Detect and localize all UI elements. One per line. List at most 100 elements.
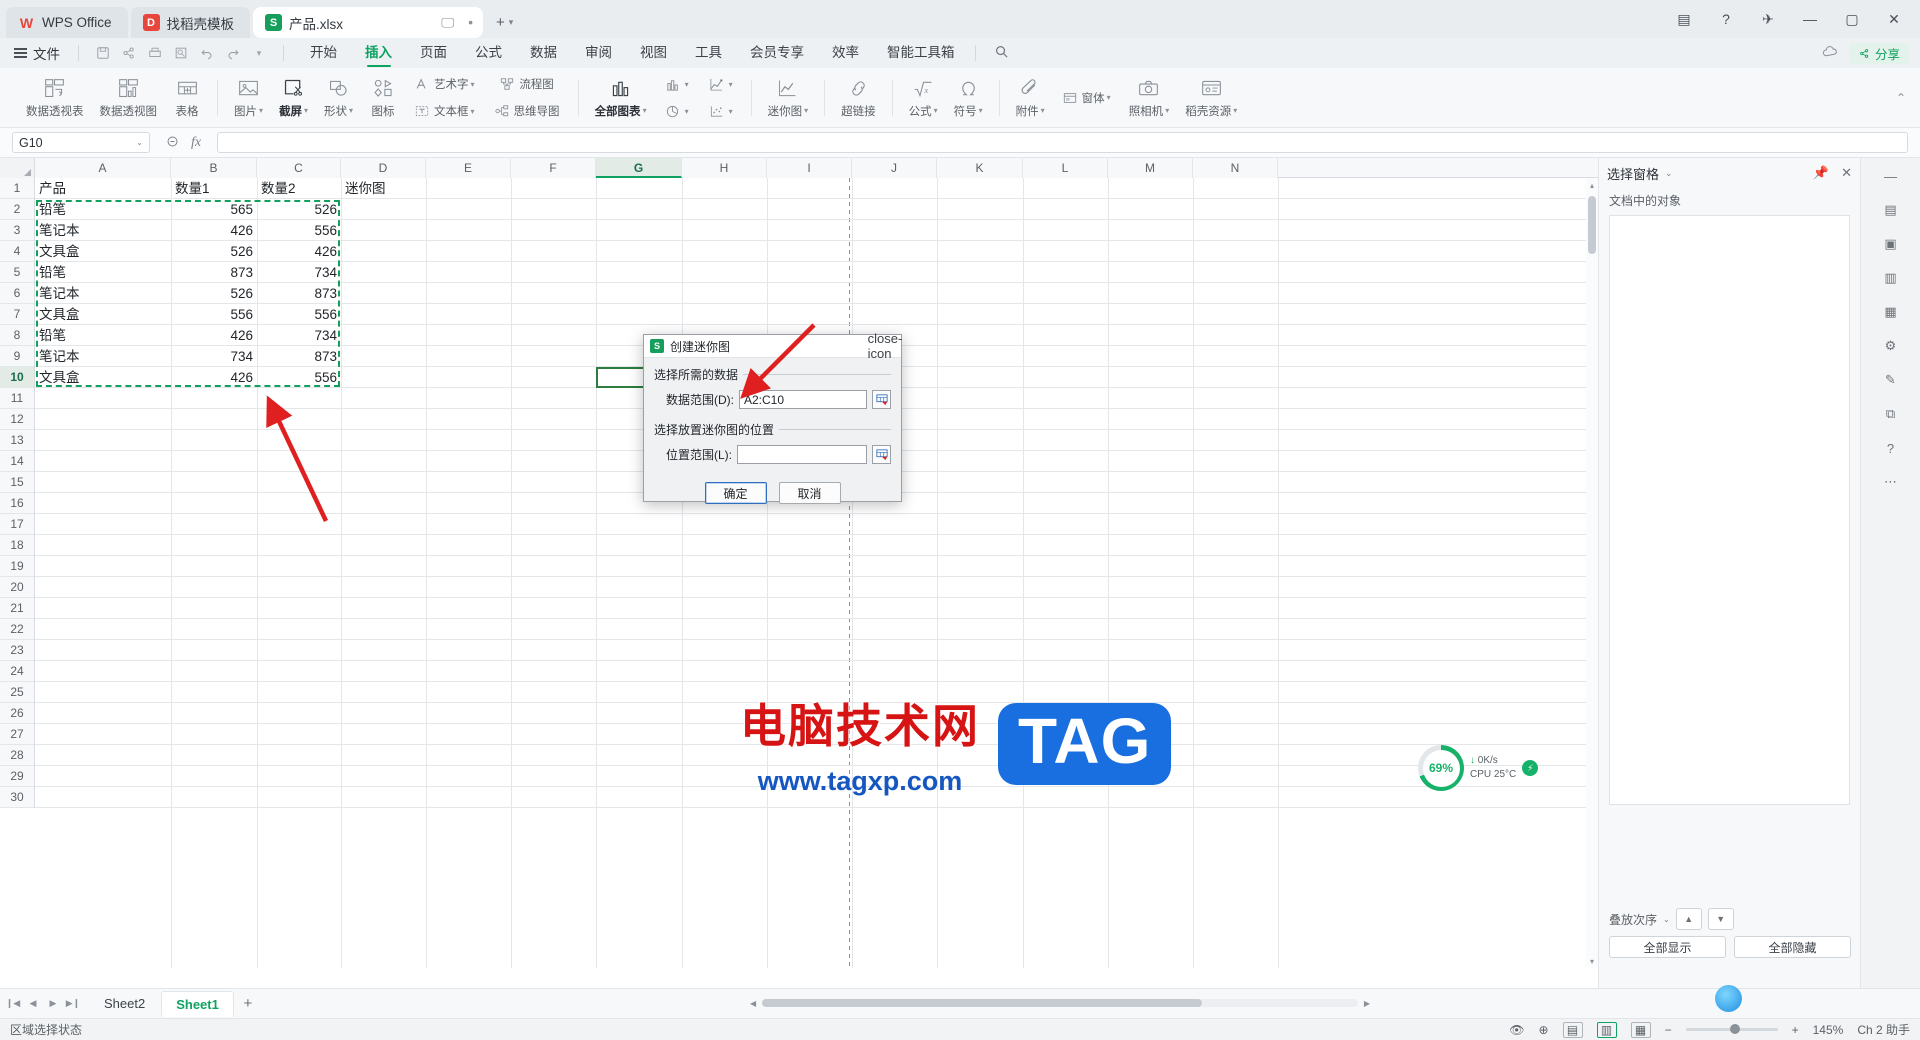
show-all-button[interactable]: 全部显示 [1609, 936, 1726, 958]
tab-smart-toolbox[interactable]: 智能工具箱 [873, 38, 969, 68]
close-icon[interactable]: close-icon [868, 331, 903, 361]
app-tab-wps-office[interactable]: W WPS Office [6, 7, 128, 38]
close-icon[interactable]: ✕ [1841, 165, 1852, 181]
row-header-29[interactable]: 29 [0, 766, 34, 787]
cell-C4[interactable]: 426 [257, 241, 341, 262]
more-icon[interactable]: ⋯ [1877, 470, 1905, 494]
feedback-icon[interactable]: ✈ [1748, 4, 1788, 34]
cell-A5[interactable]: 铅笔 [35, 262, 171, 283]
location-range-input[interactable] [737, 445, 867, 464]
column-header-h[interactable]: H [682, 158, 767, 178]
ribbon-scatter-chart-button[interactable]: ▾ [703, 99, 739, 123]
cell-C3[interactable]: 556 [257, 220, 341, 241]
arrow-down-icon[interactable]: ▼ [1707, 908, 1734, 930]
sheet-tab-sheet2[interactable]: Sheet2 [90, 991, 159, 1017]
ribbon-camera-button[interactable]: 照相机 ▾ [1121, 75, 1178, 121]
format-icon[interactable]: ▤ [1877, 198, 1905, 222]
present-icon[interactable]: 🖵 [441, 15, 454, 31]
tab-close-dot-icon[interactable]: • [468, 15, 473, 30]
system-monitor-widget[interactable]: 69% ↓ 0K/s CPU 25°C ⚡ [1418, 745, 1539, 791]
customize-caret-icon[interactable]: ▾ [247, 42, 271, 64]
row-header-8[interactable]: 8 [0, 325, 34, 346]
ribbon-shapes-button[interactable]: 形状 ▾ [316, 75, 361, 121]
row-header-7[interactable]: 7 [0, 304, 34, 325]
row-header-18[interactable]: 18 [0, 535, 34, 556]
cell-C2[interactable]: 526 [257, 199, 341, 220]
help-icon[interactable]: ? [1877, 436, 1905, 460]
column-header-i[interactable]: I [767, 158, 852, 178]
cell-A10[interactable]: 文具盒 [35, 367, 171, 388]
collapse-ribbon-icon[interactable]: ⌃ [1896, 91, 1906, 105]
column-header-f[interactable]: F [511, 158, 596, 178]
save-icon[interactable] [91, 42, 115, 64]
row-header-17[interactable]: 17 [0, 514, 34, 535]
cell-grid[interactable]: 产品 数量1 数量2 迷你图 铅笔 565 526 笔记本 426 556 文具盒 526 426 铅笔 8… [35, 178, 1598, 968]
cell-C5[interactable]: 734 [257, 262, 341, 283]
ok-button[interactable]: 确定 [704, 482, 767, 504]
first-sheet-icon[interactable]: ❙◀ [4, 994, 22, 1014]
cell-icon[interactable]: ▣ [1877, 232, 1905, 256]
brush-icon[interactable]: ✎ [1877, 368, 1905, 392]
row-header-11[interactable]: 11 [0, 388, 34, 409]
column-header-a[interactable]: A [35, 158, 171, 178]
cell-B3[interactable]: 426 [171, 220, 257, 241]
horizontal-scrollbar[interactable]: ◀ ▶ [750, 988, 1370, 1018]
formula-input[interactable] [217, 132, 1908, 153]
row-header-15[interactable]: 15 [0, 472, 34, 493]
pin-icon[interactable]: 📌 [1813, 165, 1829, 181]
row-header-28[interactable]: 28 [0, 745, 34, 766]
row-header-9[interactable]: 9 [0, 346, 34, 367]
assistant-label[interactable]: Ch 2 助手 [1857, 1021, 1910, 1038]
name-box[interactable]: G10 ⌄ [12, 132, 150, 153]
cell-B6[interactable]: 526 [171, 283, 257, 304]
cell-C9[interactable]: 873 [257, 346, 341, 367]
ribbon-icons-button[interactable]: 图标 [361, 75, 405, 121]
tab-formula[interactable]: 公式 [461, 38, 516, 68]
accelerate-icon[interactable]: ⚡ [1522, 760, 1539, 776]
cell-B7[interactable]: 556 [171, 304, 257, 325]
row-header-5[interactable]: 5 [0, 262, 34, 283]
column-header-e[interactable]: E [426, 158, 511, 178]
zoom-level-label[interactable]: 145% [1813, 1023, 1844, 1037]
range-picker-icon[interactable] [872, 390, 891, 409]
ribbon-mindmap-button[interactable]: 思维导图 [489, 99, 566, 123]
minimize-button[interactable]: — [1790, 4, 1830, 34]
view-pagebreak-icon[interactable]: ▦ [1630, 1021, 1651, 1038]
data-range-input[interactable]: A2:C10 [739, 390, 867, 409]
zoom-slider-knob[interactable] [1729, 1024, 1740, 1034]
ribbon-form-button[interactable]: 窗体 ▾ [1057, 86, 1117, 110]
undo-icon[interactable] [195, 42, 219, 64]
cell-C7[interactable]: 556 [257, 304, 341, 325]
ribbon-pivot-chart-button[interactable]: 数据透视图 [92, 75, 166, 121]
cell-A2[interactable]: 铅笔 [35, 199, 171, 220]
column-header-m[interactable]: M [1108, 158, 1193, 178]
column-header-k[interactable]: K [937, 158, 1023, 178]
add-sheet-button[interactable]: + [236, 992, 260, 1016]
view-normal-icon[interactable]: ▤ [1562, 1021, 1583, 1038]
close-button[interactable]: ✕ [1874, 4, 1914, 34]
ribbon-sparkline-button[interactable]: 迷你图 ▾ [760, 75, 817, 121]
redo-icon[interactable] [221, 42, 245, 64]
app-tab-templates[interactable]: D 找稻壳模板 [130, 7, 251, 38]
chevron-down-icon[interactable]: ⌄ [1663, 915, 1670, 924]
tab-page[interactable]: 页面 [406, 38, 461, 68]
last-sheet-icon[interactable]: ▶❙ [64, 994, 82, 1014]
cell-B10[interactable]: 426 [171, 367, 257, 388]
row-header-21[interactable]: 21 [0, 598, 34, 619]
cell-A7[interactable]: 文具盒 [35, 304, 171, 325]
zoom-slider[interactable] [1685, 1024, 1778, 1034]
ribbon-pivot-table-button[interactable]: 数据透视表 [18, 75, 92, 121]
ribbon-hyperlink-button[interactable]: 超链接 [833, 75, 884, 121]
column-header-g[interactable]: G [596, 158, 682, 178]
tab-start[interactable]: 开始 [296, 38, 351, 68]
maximize-button[interactable]: ▢ [1832, 4, 1872, 34]
cloud-icon[interactable] [1822, 45, 1839, 61]
eye-icon[interactable]: 👁 [1509, 1023, 1524, 1037]
scroll-left-arrow-icon[interactable]: ◀ [750, 999, 756, 1008]
row-header-2[interactable]: 2 [0, 199, 34, 220]
row-header-22[interactable]: 22 [0, 619, 34, 640]
chevron-down-icon[interactable]: ⌄ [1665, 168, 1673, 179]
sheet-tab-sheet1[interactable]: Sheet1 [161, 990, 234, 1017]
ribbon-all-charts-button[interactable]: 全部图表 ▾ [587, 75, 655, 121]
share-button[interactable]: 分享 [1848, 42, 1910, 64]
